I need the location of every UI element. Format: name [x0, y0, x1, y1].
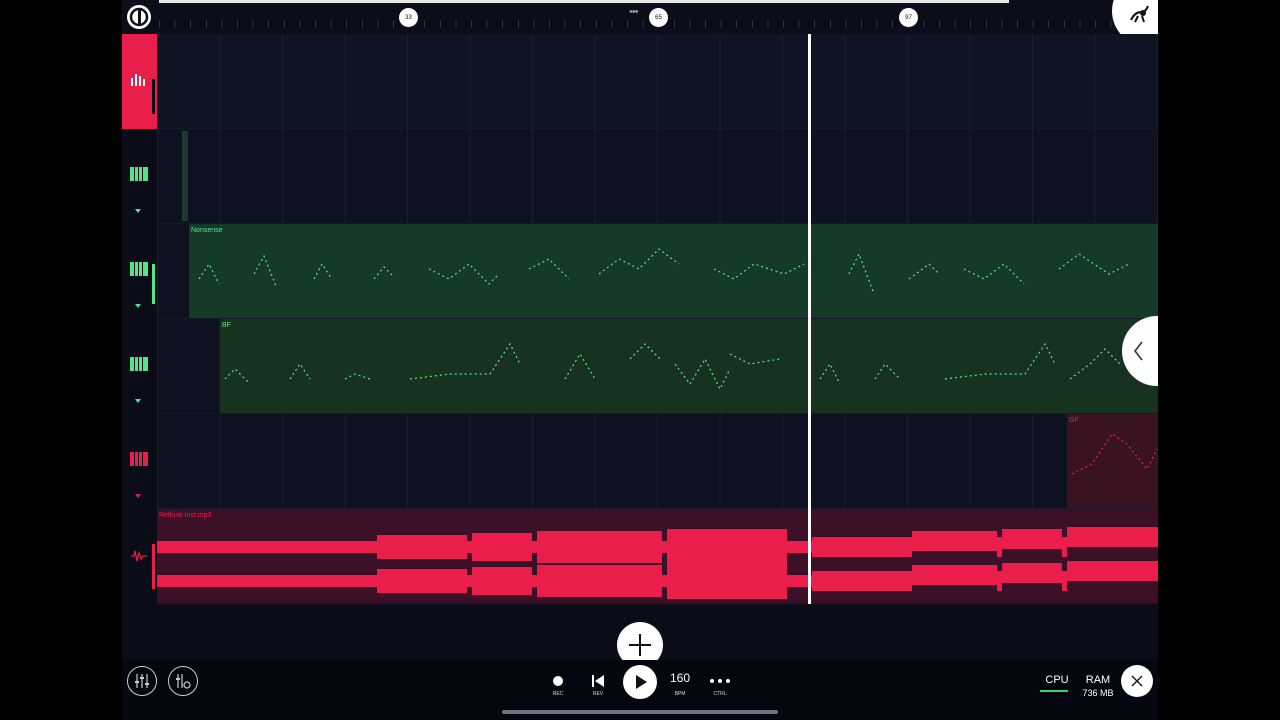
tempo-button[interactable]: 160 BPM	[663, 671, 697, 697]
track-lane-5[interactable]: GF	[157, 414, 1158, 509]
app-menu-logo-icon[interactable]	[127, 5, 151, 29]
close-button[interactable]	[1121, 665, 1153, 697]
cpu-meter-label: CPU	[1045, 674, 1069, 686]
track-header-1[interactable]	[122, 34, 157, 129]
midi-notes	[198, 248, 1130, 295]
record-label: REC	[552, 691, 564, 697]
bar-marker-33[interactable]: 33	[399, 8, 418, 27]
track-lane-4[interactable]: BF	[157, 319, 1158, 414]
audio-waveform	[157, 527, 1158, 599]
track-lane-2[interactable]	[157, 129, 1158, 224]
piano-keys-icon	[130, 167, 148, 181]
mixer-settings-button[interactable]	[168, 666, 198, 696]
skip-back-icon	[592, 675, 604, 687]
piano-keys-icon	[130, 262, 148, 276]
chevron-down-icon[interactable]	[135, 304, 141, 308]
chevron-down-icon[interactable]	[135, 209, 141, 213]
play-button[interactable]	[623, 665, 657, 699]
midi-clip-gf[interactable]: GF	[1067, 414, 1158, 508]
home-indicator[interactable]	[502, 710, 778, 714]
audio-clip-rethink[interactable]: Rethink Inst.mp3	[157, 509, 1158, 603]
track-level-meter	[152, 79, 155, 114]
track-lane-1[interactable]	[157, 34, 1158, 129]
track-header-3[interactable]	[122, 224, 157, 319]
daw-window: ••• 33 65 97 Nonsense BF GF Rethink Inst…	[122, 0, 1158, 720]
control-label: CTRL	[713, 691, 727, 697]
drag-handle-icon[interactable]: •••	[629, 6, 639, 18]
plus-icon	[629, 634, 651, 656]
mascot-icon	[1130, 5, 1149, 23]
waveform-icon	[131, 550, 147, 562]
cpu-meter-bar	[1040, 690, 1068, 692]
piano-keys-icon	[130, 452, 148, 466]
chevron-down-icon[interactable]	[135, 399, 141, 403]
ram-meter-label: RAM	[1085, 674, 1111, 686]
chevron-left-icon	[1133, 341, 1143, 361]
control-button[interactable]: CTRL	[703, 671, 737, 697]
midi-clip-bf[interactable]: BF	[220, 319, 1158, 413]
track-area: Nonsense BF GF Rethink Inst.mp3	[122, 34, 1158, 604]
midi-notes	[224, 342, 1121, 391]
sliders-gear-icon	[176, 674, 191, 689]
playhead[interactable]	[808, 34, 811, 604]
track-header-2[interactable]	[122, 129, 157, 224]
bar-marker-65[interactable]: 65	[649, 8, 668, 27]
track-header-4[interactable]	[122, 319, 157, 414]
bpm-value: 160	[669, 671, 691, 685]
record-dot-icon	[553, 676, 563, 686]
midi-notes	[1071, 433, 1158, 475]
track-header-5[interactable]	[122, 414, 157, 509]
piano-keys-icon	[130, 357, 148, 371]
track-level-meter	[152, 264, 155, 304]
clip-stub[interactable]	[182, 131, 188, 221]
rewind-button[interactable]: REV	[581, 671, 615, 697]
midi-clip-nonsense[interactable]: Nonsense	[189, 224, 1158, 318]
bar-marker-97[interactable]: 97	[899, 8, 918, 27]
record-button[interactable]: REC	[541, 671, 575, 697]
rewind-label: REV	[592, 691, 604, 697]
ram-usage-value: 736 MB	[1082, 688, 1114, 698]
chevron-down-icon[interactable]	[135, 494, 141, 498]
close-icon	[1131, 675, 1143, 687]
bpm-label: BPM	[674, 691, 686, 697]
song-scroll-bar[interactable]	[159, 0, 1009, 3]
play-icon	[636, 675, 647, 689]
track-header-6[interactable]	[122, 509, 157, 604]
mixer-sliders-icon	[135, 674, 149, 688]
track-level-meter	[152, 544, 155, 589]
track-lane-3[interactable]: Nonsense	[157, 224, 1158, 319]
equalizer-icon	[131, 74, 145, 86]
timeline-ruler[interactable]: ••• 33 65 97	[122, 0, 1158, 46]
more-dots-icon	[710, 679, 730, 683]
ruler-ticks	[159, 20, 1119, 28]
mixer-button[interactable]	[127, 666, 157, 696]
track-lane-6[interactable]: Rethink Inst.mp3	[157, 509, 1158, 604]
